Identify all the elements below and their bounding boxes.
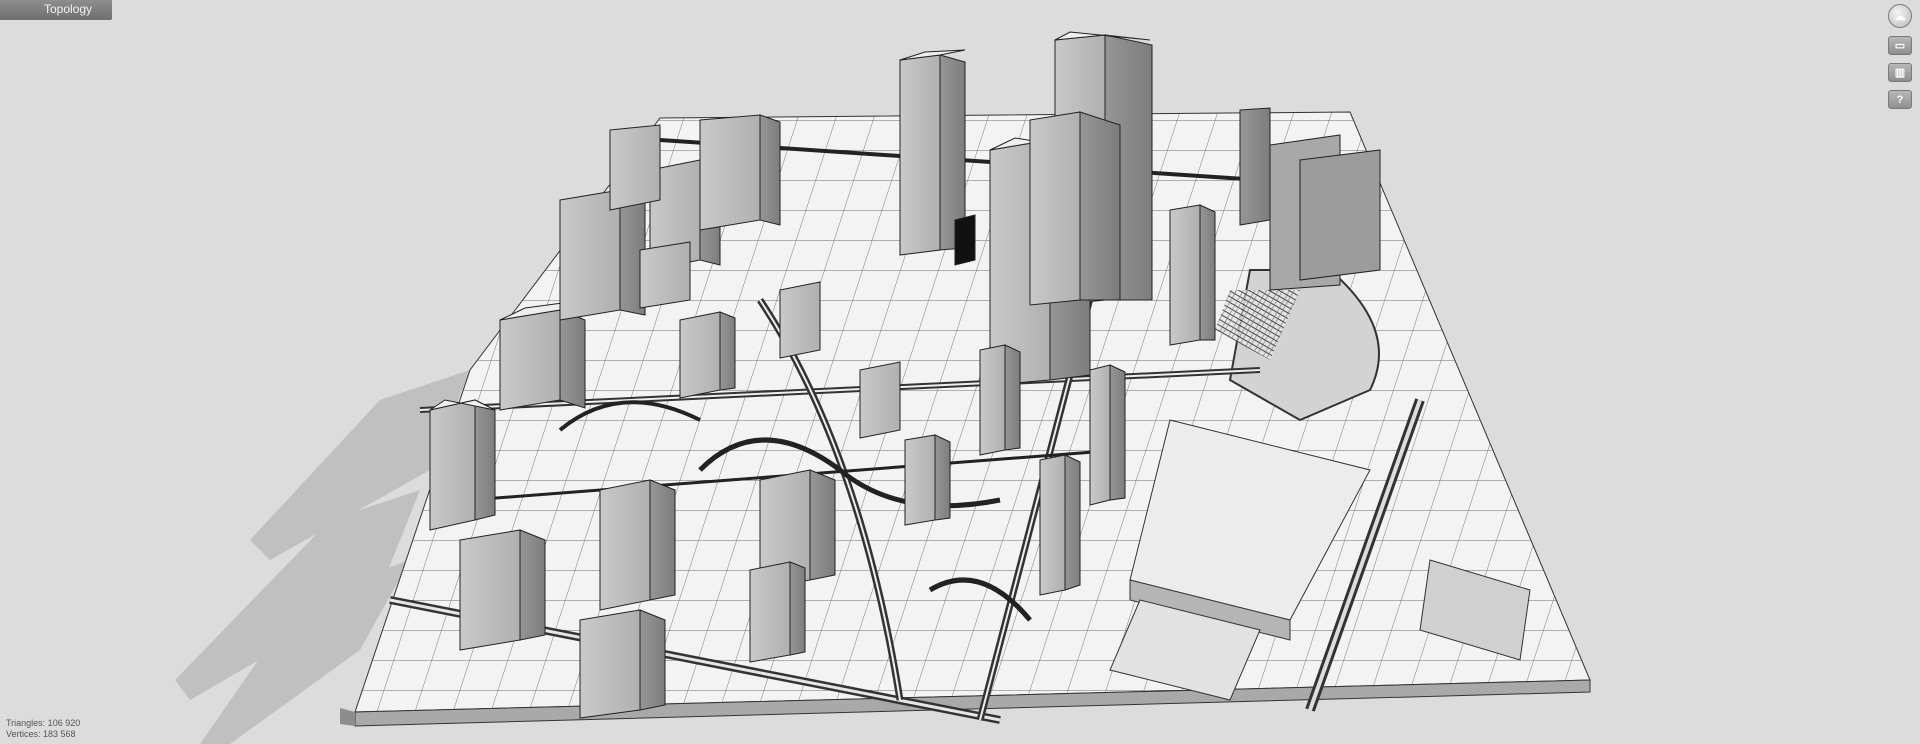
render-style-icon[interactable]: ▥ bbox=[1888, 63, 1912, 82]
triangle-count: Triangles: 106 920 bbox=[6, 718, 81, 728]
vertex-count: Vertices: 183 568 bbox=[6, 729, 76, 739]
viewport-toolbar: ☁ ▭ ▥ ? bbox=[1888, 4, 1912, 109]
help-icon[interactable]: ? bbox=[1888, 90, 1912, 109]
app-logo-icon[interactable]: ☁ bbox=[1888, 4, 1912, 28]
layers-icon[interactable]: ▭ bbox=[1888, 36, 1912, 55]
3d-viewport[interactable] bbox=[0, 0, 1920, 744]
render-stats: Triangles: 106 920 Vertices: 183 568 bbox=[6, 718, 80, 740]
